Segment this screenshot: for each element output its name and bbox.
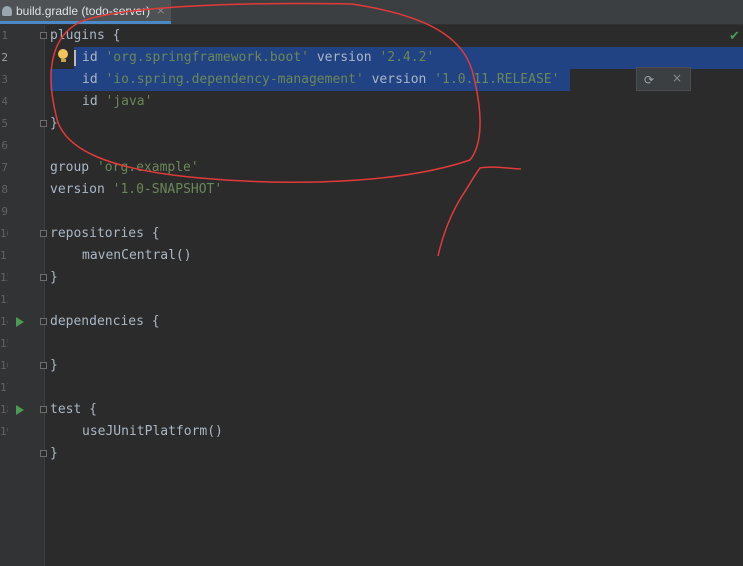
line-number: 11 — [0, 249, 8, 262]
line-number: 10 — [0, 227, 8, 240]
code-line: id 'io.spring.dependency-management' ver… — [82, 72, 560, 87]
line-number: 2 — [1, 51, 8, 64]
line-number: 14 — [0, 315, 8, 328]
gradle-sync-popup: ⟳ × — [636, 67, 691, 91]
line-number: 8 — [1, 183, 8, 196]
line-number: 18 — [0, 403, 8, 416]
code-line: group 'org.example' — [50, 160, 199, 175]
line-number: 9 — [1, 205, 8, 218]
line-number: 5 — [1, 117, 8, 130]
line-number: 7 — [1, 161, 8, 174]
text-caret — [74, 50, 76, 66]
code-line: dependencies { — [50, 314, 160, 329]
line-number: 12 — [0, 271, 8, 284]
line-number: 3 — [1, 73, 8, 86]
code-line: id 'org.springframework.boot' version '2… — [82, 50, 435, 65]
line-number: 16 — [0, 359, 8, 372]
code-line: mavenCentral() — [82, 248, 192, 263]
code-line: version '1.0-SNAPSHOT' — [50, 182, 223, 197]
code-line: } — [50, 116, 58, 131]
line-number: 15 — [0, 337, 8, 350]
popup-close-icon[interactable]: × — [672, 71, 682, 85]
gradle-file-icon — [2, 5, 12, 16]
editor-tab-bar: build.gradle (todo-server) × — [0, 0, 743, 25]
line-number: 13 — [0, 293, 8, 306]
code-line: test { — [50, 402, 97, 417]
line-number: 6 — [1, 139, 8, 152]
line-number: 19 — [0, 425, 8, 438]
line-number: 17 — [0, 381, 8, 394]
editor-gutter: 1 2 3 4 5 6 7 8 9 10 11 12 13 14 15 16 1… — [0, 25, 47, 566]
code-line: } — [50, 446, 58, 461]
line-number: 1 — [1, 29, 8, 42]
code-editor[interactable]: plugins { id 'org.springframework.boot' … — [45, 25, 743, 566]
code-line: } — [50, 270, 58, 285]
code-line: id 'java' — [82, 94, 153, 109]
run-test-icon[interactable] — [16, 405, 24, 415]
code-line: useJUnitPlatform() — [82, 424, 223, 439]
code-line: plugins { — [50, 28, 121, 43]
code-line: repositories { — [50, 226, 160, 241]
no-problems-check-icon[interactable]: ✔ — [729, 29, 740, 44]
code-line: } — [50, 358, 58, 373]
tab-title: build.gradle (todo-server) — [16, 3, 151, 18]
gradle-sync-icon[interactable]: ⟳ — [644, 73, 654, 87]
line-number: 4 — [1, 95, 8, 108]
run-dependencies-icon[interactable] — [16, 317, 24, 327]
tab-build-gradle[interactable]: build.gradle (todo-server) × — [0, 0, 172, 24]
tab-close-icon[interactable]: × — [156, 4, 165, 17]
intention-bulb-icon[interactable] — [57, 49, 69, 63]
